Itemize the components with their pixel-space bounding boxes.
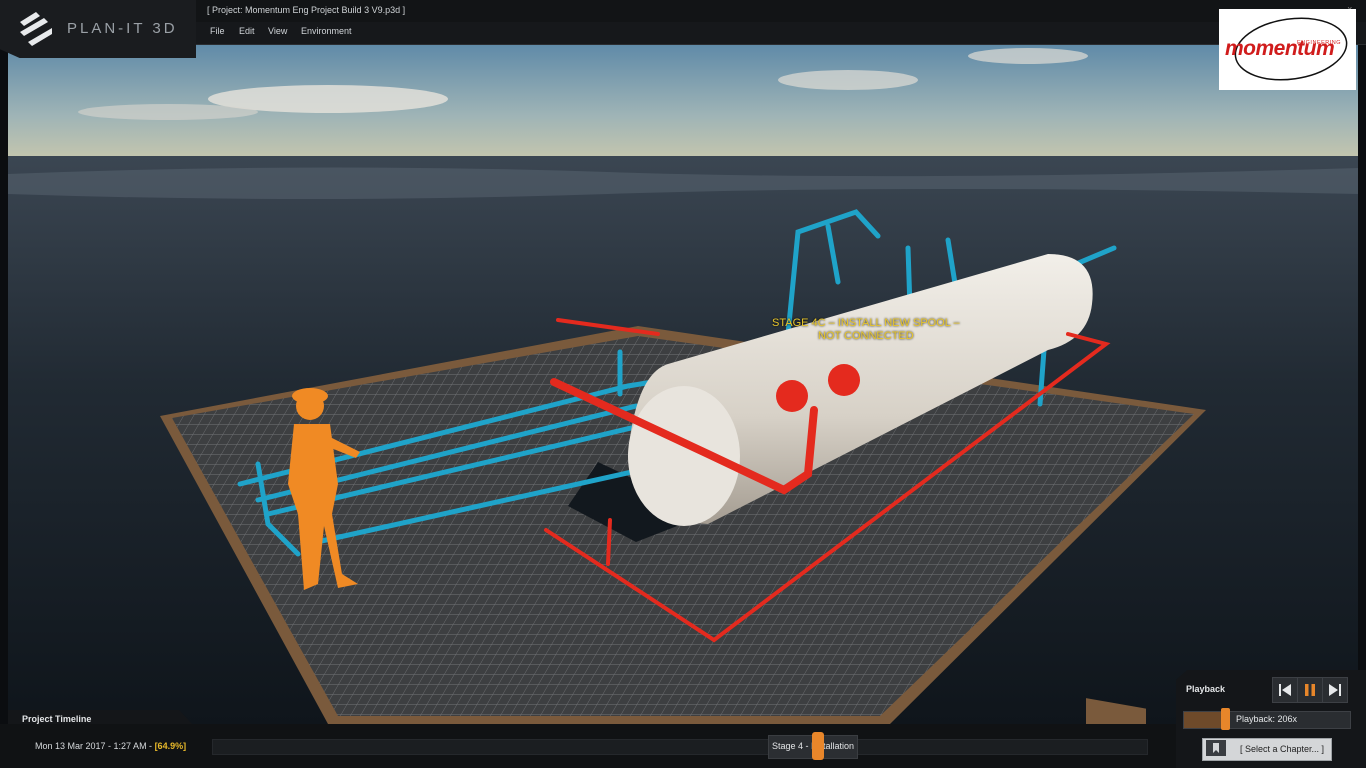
timeline-percent: [64.9%] [154, 741, 187, 751]
timeline-scrubber[interactable] [812, 732, 825, 760]
menu-environment[interactable]: Environment [301, 26, 352, 36]
playback-speed-label: Playback: 206x [1236, 714, 1298, 724]
menu-edit[interactable]: Edit [239, 26, 255, 36]
sky [8, 44, 1358, 164]
timeline-track[interactable] [212, 739, 1148, 755]
cloud [78, 104, 258, 120]
title-bar [0, 0, 1366, 22]
red-flange [828, 364, 860, 396]
stage-annotation-line1: STAGE 4C – INSTALL NEW SPOOL – [772, 317, 960, 329]
skip-back-button[interactable] [1272, 677, 1298, 703]
brand-name: PLAN-IT 3D [67, 20, 178, 37]
menu-file[interactable]: File [210, 26, 225, 36]
scene-render[interactable] [8, 44, 1358, 724]
pause-icon [1305, 684, 1315, 696]
menu-view[interactable]: View [268, 26, 287, 36]
menu-bar [0, 22, 1366, 45]
stage-annotation: STAGE 4C – INSTALL NEW SPOOL – NOT CONNE… [772, 317, 960, 343]
stage-annotation-line2: NOT CONNECTED [817, 330, 914, 342]
pause-button[interactable] [1297, 677, 1323, 703]
timeline-title: Project Timeline [22, 714, 92, 724]
skip-forward-icon [1329, 684, 1341, 696]
brand-area: PLAN-IT 3D [0, 0, 196, 58]
skip-back-icon [1279, 684, 1291, 696]
playback-speed-fill [1184, 712, 1225, 728]
cloud [778, 70, 918, 90]
client-logo: momentum ENGINEERING [1219, 9, 1356, 90]
cloud [968, 48, 1088, 64]
3d-viewport[interactable]: STAGE 4C – INSTALL NEW SPOOL – NOT CONNE… [8, 44, 1358, 724]
timeline-date-text: Mon 13 Mar 2017 - 1:27 AM - [35, 741, 155, 751]
select-chapter-label: [ Select a Chapter... ] [1240, 744, 1325, 754]
playback-title: Playback [1186, 684, 1226, 694]
chapter-bookmark-icon [1206, 740, 1226, 756]
skip-forward-button[interactable] [1322, 677, 1348, 703]
logo-subtitle: ENGINEERING [1297, 40, 1342, 46]
planit-logo-icon [20, 12, 52, 46]
project-title: [ Project: Momentum Eng Project Build 3 … [207, 5, 406, 15]
timeline-datetime: Mon 13 Mar 2017 - 1:27 AM - [64.9%] [35, 741, 186, 751]
red-flange [776, 380, 808, 412]
playback-speed-thumb[interactable] [1221, 708, 1230, 730]
